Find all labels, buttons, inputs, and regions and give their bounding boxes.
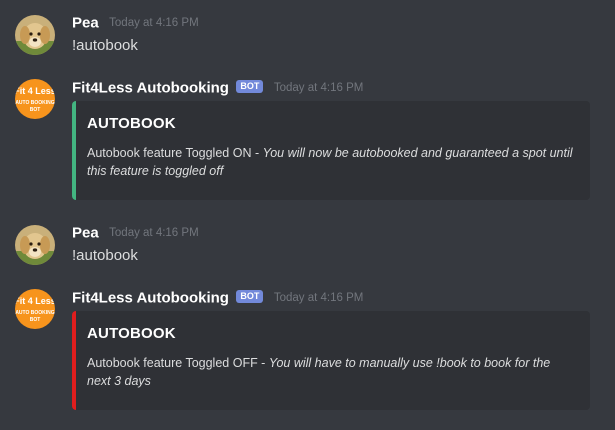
- embed-color-bar: [72, 101, 76, 200]
- golden-retriever-dog-icon: [15, 15, 55, 55]
- message-content: !autobook: [72, 37, 138, 54]
- user-avatar[interactable]: [15, 225, 55, 265]
- logo-text: Fit 4 Less: [15, 296, 55, 306]
- bot-avatar[interactable]: Fit 4 Less AUTO BOOKING BOT: [15, 79, 55, 119]
- message-bot: Fit 4 Less AUTO BOOKING BOT Fit4Less Aut…: [0, 280, 615, 430]
- golden-retriever-dog-icon: [15, 225, 55, 265]
- embed-description-plain: Autobook feature Toggled OFF -: [87, 356, 269, 370]
- embed-title: AUTOBOOK: [87, 115, 176, 132]
- logo-bot-text: BOT: [30, 107, 41, 113]
- message-header: Fit4Less Autobooking BOT Today at 4:16 P…: [72, 289, 363, 309]
- message-user: Pea Today at 4:16 PM !autobook: [0, 0, 615, 70]
- bot-avatar[interactable]: Fit 4 Less AUTO BOOKING BOT: [15, 289, 55, 329]
- message-header: Pea Today at 4:16 PM: [72, 224, 199, 244]
- timestamp: Today at 4:16 PM: [273, 291, 364, 304]
- embed-description: Autobook feature Toggled OFF - You will …: [87, 354, 576, 390]
- message-header: Pea Today at 4:16 PM: [72, 14, 199, 34]
- bot-tag: BOT: [236, 290, 264, 304]
- user-avatar[interactable]: [15, 15, 55, 55]
- message-bot: Fit 4 Less AUTO BOOKING BOT Fit4Less Aut…: [0, 70, 615, 210]
- username[interactable]: Fit4Less Autobooking: [72, 79, 229, 96]
- message-header: Fit4Less Autobooking BOT Today at 4:16 P…: [72, 79, 363, 99]
- embed-color-bar: [72, 311, 76, 410]
- embed: AUTOBOOK Autobook feature Toggled OFF - …: [72, 311, 590, 410]
- fit4less-autobooking-logo-icon: Fit 4 Less AUTO BOOKING BOT: [15, 79, 55, 119]
- bot-tag: BOT: [236, 80, 264, 94]
- timestamp: Today at 4:16 PM: [109, 16, 199, 29]
- message-user: Pea Today at 4:16 PM !autobook: [0, 210, 615, 280]
- chat-messages: Pea Today at 4:16 PM !autobook Fit 4 Les…: [0, 0, 615, 430]
- username[interactable]: Pea: [72, 224, 99, 241]
- embed: AUTOBOOK Autobook feature Toggled ON - Y…: [72, 101, 590, 200]
- timestamp: Today at 4:16 PM: [109, 226, 199, 239]
- logo-subtext: AUTO BOOKING: [15, 310, 54, 316]
- username[interactable]: Fit4Less Autobooking: [72, 289, 229, 306]
- logo-subtext: AUTO BOOKING: [15, 100, 54, 106]
- embed-description: Autobook feature Toggled ON - You will n…: [87, 144, 576, 180]
- embed-title: AUTOBOOK: [87, 325, 176, 342]
- timestamp: Today at 4:16 PM: [273, 81, 364, 94]
- username[interactable]: Pea: [72, 14, 99, 31]
- message-content: !autobook: [72, 247, 138, 264]
- embed-description-plain: Autobook feature Toggled ON -: [87, 146, 263, 160]
- fit4less-autobooking-logo-icon: Fit 4 Less AUTO BOOKING BOT: [15, 289, 55, 329]
- logo-text: Fit 4 Less: [15, 86, 55, 96]
- logo-bot-text: BOT: [30, 317, 41, 323]
